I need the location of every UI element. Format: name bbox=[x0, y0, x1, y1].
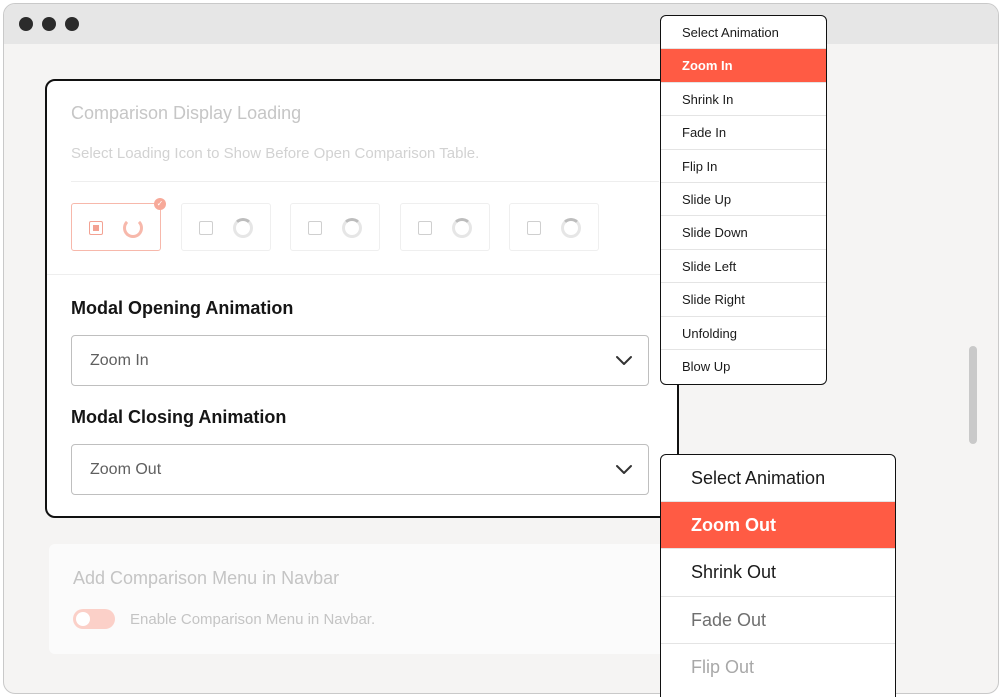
loading-icon-checkbox[interactable] bbox=[89, 221, 103, 235]
modal-closing-label: Modal Closing Animation bbox=[71, 407, 287, 427]
loading-icon-option-2[interactable] bbox=[181, 203, 271, 251]
divider bbox=[47, 274, 677, 275]
dropdown-option[interactable]: Flip Out bbox=[661, 644, 895, 691]
dropdown-option[interactable]: Select Animation bbox=[661, 455, 895, 503]
dropdown-option[interactable]: Flip In bbox=[661, 150, 826, 183]
navbar-menu-card: Add Comparison Menu in Navbar Enable Com… bbox=[49, 544, 669, 654]
window-minimize-dot[interactable] bbox=[42, 17, 56, 31]
loading-icon-checkbox[interactable] bbox=[418, 221, 432, 235]
dropdown-option[interactable]: Fade Out bbox=[661, 597, 895, 644]
loading-icon-checkbox[interactable] bbox=[527, 221, 541, 235]
window-maximize-dot[interactable] bbox=[65, 17, 79, 31]
loading-icon-option-1[interactable]: ✓ bbox=[71, 198, 166, 251]
vertical-scrollbar[interactable] bbox=[969, 346, 977, 444]
opening-animation-dropdown: Select Animation Zoom In Shrink In Fade … bbox=[660, 15, 827, 385]
window-titlebar bbox=[4, 4, 998, 44]
animation-settings-card: Comparison Display Loading Select Loadin… bbox=[45, 79, 679, 518]
loading-spinner-icon bbox=[561, 218, 581, 238]
dropdown-option-selected[interactable]: Zoom In bbox=[661, 49, 826, 83]
chevron-down-icon bbox=[616, 465, 632, 474]
modal-closing-select[interactable]: Zoom Out bbox=[71, 444, 649, 495]
dropdown-option[interactable]: Shrink Out bbox=[661, 549, 895, 597]
loading-spinner-icon bbox=[123, 218, 143, 238]
dropdown-option[interactable]: Slide Left bbox=[661, 250, 826, 284]
dropdown-option[interactable]: Unfolding bbox=[661, 317, 826, 350]
loading-spinner-icon bbox=[233, 218, 253, 238]
divider bbox=[71, 181, 659, 182]
closing-animation-dropdown: Select Animation Zoom Out Shrink Out Fad… bbox=[660, 454, 896, 697]
comparison-loading-description: Select Loading Icon to Show Before Open … bbox=[71, 145, 480, 162]
chevron-down-icon bbox=[616, 356, 632, 365]
comparison-loading-title: Comparison Display Loading bbox=[71, 103, 302, 123]
modal-opening-select[interactable]: Zoom In bbox=[71, 335, 649, 386]
loading-spinner-icon bbox=[452, 218, 472, 238]
loading-icon-checkbox[interactable] bbox=[308, 221, 322, 235]
loading-spinner-icon bbox=[342, 218, 362, 238]
dropdown-option[interactable]: Shrink In bbox=[661, 83, 826, 117]
navbar-menu-toggle-label: Enable Comparison Menu in Navbar. bbox=[130, 611, 376, 628]
dropdown-option[interactable]: Slide Right bbox=[661, 283, 826, 317]
navbar-menu-toggle[interactable] bbox=[73, 609, 115, 629]
loading-icon-option-3[interactable] bbox=[290, 203, 380, 251]
dropdown-option[interactable]: Slide Down bbox=[661, 216, 826, 250]
dropdown-option[interactable]: Fade In bbox=[661, 116, 826, 150]
modal-opening-value: Zoom In bbox=[90, 352, 149, 369]
navbar-menu-title: Add Comparison Menu in Navbar bbox=[73, 568, 340, 588]
dropdown-option[interactable]: Blow Up bbox=[661, 350, 826, 383]
check-icon: ✓ bbox=[154, 198, 166, 210]
window-close-dot[interactable] bbox=[19, 17, 33, 31]
dropdown-option[interactable]: Slide Up bbox=[661, 183, 826, 217]
modal-opening-label: Modal Opening Animation bbox=[71, 298, 294, 318]
modal-closing-value: Zoom Out bbox=[90, 461, 162, 478]
dropdown-option-selected[interactable]: Zoom Out bbox=[661, 502, 895, 550]
dropdown-option[interactable]: Select Animation bbox=[661, 16, 826, 50]
toggle-knob bbox=[76, 612, 90, 626]
loading-icon-option-4[interactable] bbox=[400, 203, 490, 251]
loading-icon-option-5[interactable] bbox=[509, 203, 599, 251]
loading-icon-checkbox[interactable] bbox=[199, 221, 213, 235]
